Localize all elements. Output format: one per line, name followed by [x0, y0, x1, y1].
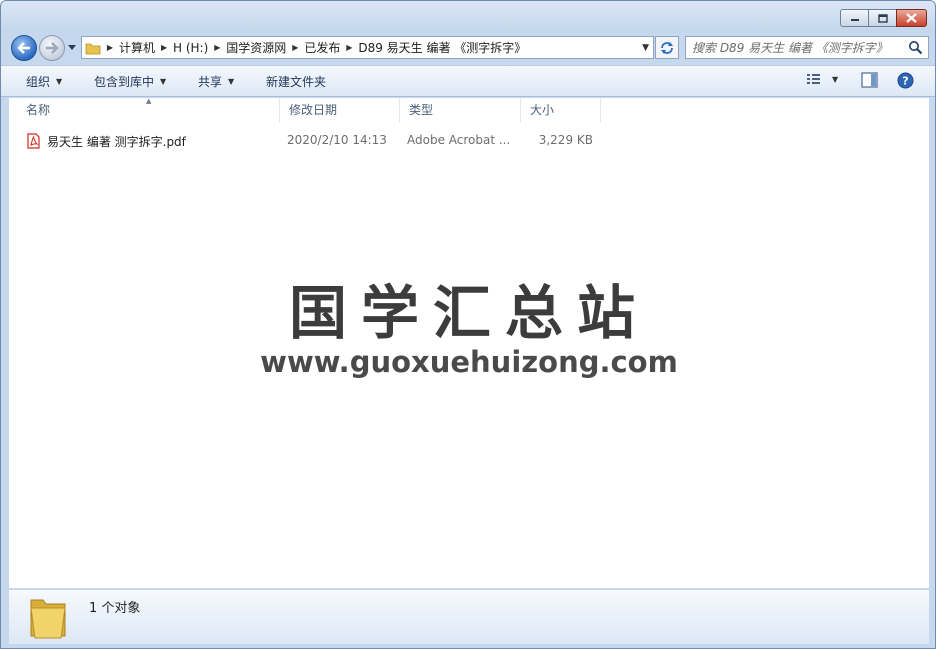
minimize-icon — [850, 19, 859, 21]
new-folder-label: 新建文件夹 — [266, 75, 327, 89]
details-pane: 1 个对象 — [9, 589, 929, 644]
navigation-row: ▶ 计算机 ▶ H (H:) ▶ 国学资源网 ▶ 已发布 ▶ D89 易天生 编著 《测… — [1, 33, 935, 63]
search-box[interactable] — [685, 36, 929, 59]
search-icon[interactable] — [908, 40, 923, 55]
folder-icon — [30, 599, 66, 639]
file-size: 3,229 KB — [538, 133, 593, 147]
svg-text:?: ? — [902, 75, 908, 88]
column-header-type[interactable]: 类型 — [400, 98, 521, 123]
title-bar[interactable] — [1, 1, 935, 33]
breadcrumb-label: D89 易天生 编著 《测字拆字》 — [358, 41, 527, 55]
back-button[interactable] — [11, 35, 37, 61]
explorer-window: ▶ 计算机 ▶ H (H:) ▶ 国学资源网 ▶ 已发布 ▶ D89 易天生 编著 《测… — [0, 0, 936, 649]
chevron-down-icon: ▼ — [160, 77, 167, 86]
address-history-dropdown[interactable]: ▼ — [642, 43, 649, 53]
chevron-down-icon[interactable]: ▼ — [832, 75, 838, 84]
breadcrumb-drive-h[interactable]: H (H:) ▶ — [173, 41, 226, 55]
breadcrumb-label: 国学资源网 — [226, 41, 287, 55]
organize-button[interactable]: 组织 ▼ — [26, 73, 62, 90]
breadcrumb-current-folder[interactable]: D89 易天生 编著 《测字拆字》 — [358, 39, 526, 56]
breadcrumb-computer[interactable]: 计算机 ▶ — [119, 39, 173, 56]
help-button[interactable]: ? — [897, 72, 914, 89]
chevron-down-icon: ▼ — [228, 77, 235, 86]
search-input[interactable] — [692, 39, 902, 56]
file-type: Adobe Acrobat ... — [407, 133, 511, 147]
forward-button[interactable] — [39, 35, 65, 61]
include-in-library-button[interactable]: 包含到库中 ▼ — [94, 73, 166, 90]
new-folder-button[interactable]: 新建文件夹 — [266, 73, 326, 90]
watermark-url: www.guoxuehuizong.com — [260, 345, 678, 379]
change-view-button[interactable]: ▼ — [806, 72, 838, 86]
breadcrumb-label: 计算机 — [119, 41, 156, 55]
watermark-title: 国学汇总站 — [288, 279, 649, 347]
arrow-right-icon — [46, 42, 59, 54]
close-button[interactable] — [896, 9, 927, 27]
refresh-icon — [661, 41, 673, 54]
view-list-icon — [807, 74, 820, 84]
sort-ascending-icon: ▲ — [146, 97, 152, 105]
pdf-icon — [27, 133, 40, 149]
file-name[interactable]: 易天生 编著 测字拆字.pdf — [47, 133, 186, 150]
breadcrumb-label: H (H:) — [173, 40, 209, 55]
caption-buttons — [840, 9, 927, 27]
include-in-library-label: 包含到库中 — [94, 75, 155, 89]
maximize-icon — [877, 13, 888, 23]
share-label: 共享 — [198, 75, 223, 89]
column-label: 大小 — [530, 103, 555, 117]
share-button[interactable]: 共享 ▼ — [198, 73, 234, 90]
close-icon — [906, 13, 917, 23]
breadcrumb-label: 已发布 — [304, 41, 341, 55]
help-icon: ? — [897, 72, 914, 89]
arrow-left-icon — [17, 42, 30, 54]
minimize-button[interactable] — [840, 9, 869, 27]
preview-pane-button[interactable] — [861, 72, 878, 88]
recent-pages-button[interactable] — [67, 42, 77, 52]
refresh-button[interactable] — [655, 36, 679, 59]
maximize-button[interactable] — [868, 9, 897, 27]
chevron-down-icon: ▼ — [56, 77, 63, 86]
item-count: 1 个对象 — [89, 601, 141, 616]
file-list-pane[interactable]: 名称 ▲ 修改日期 类型 大小 易天生 编著 测字拆字.pdf 2020/2/1… — [9, 97, 929, 588]
preview-pane-icon — [861, 72, 878, 88]
column-headers: 名称 ▲ 修改日期 类型 大小 — [9, 97, 929, 123]
file-date-modified: 2020/2/10 14:13 — [287, 133, 387, 147]
file-row[interactable]: 易天生 编著 测字拆字.pdf 2020/2/10 14:13 Adobe Ac… — [9, 130, 609, 152]
breadcrumb-separator[interactable]: ▶ — [101, 43, 119, 52]
address-bar[interactable]: ▶ 计算机 ▶ H (H:) ▶ 国学资源网 ▶ 已发布 ▶ D89 易天生 编著 《测… — [81, 36, 654, 59]
organize-label: 组织 — [26, 75, 51, 89]
breadcrumb-guoxue[interactable]: 国学资源网 ▶ — [226, 39, 304, 56]
column-label: 类型 — [409, 103, 434, 117]
folder-icon — [85, 43, 101, 54]
breadcrumb-published[interactable]: 已发布 ▶ — [304, 39, 358, 56]
column-label: 修改日期 — [289, 103, 338, 117]
command-bar: 组织 ▼ 包含到库中 ▼ 共享 ▼ 新建文件夹 ▼ ? — [1, 65, 935, 97]
column-label: 名称 — [26, 103, 51, 117]
chevron-down-icon — [68, 44, 76, 50]
column-header-size[interactable]: 大小 — [521, 98, 601, 123]
column-header-date-modified[interactable]: 修改日期 — [280, 98, 400, 123]
